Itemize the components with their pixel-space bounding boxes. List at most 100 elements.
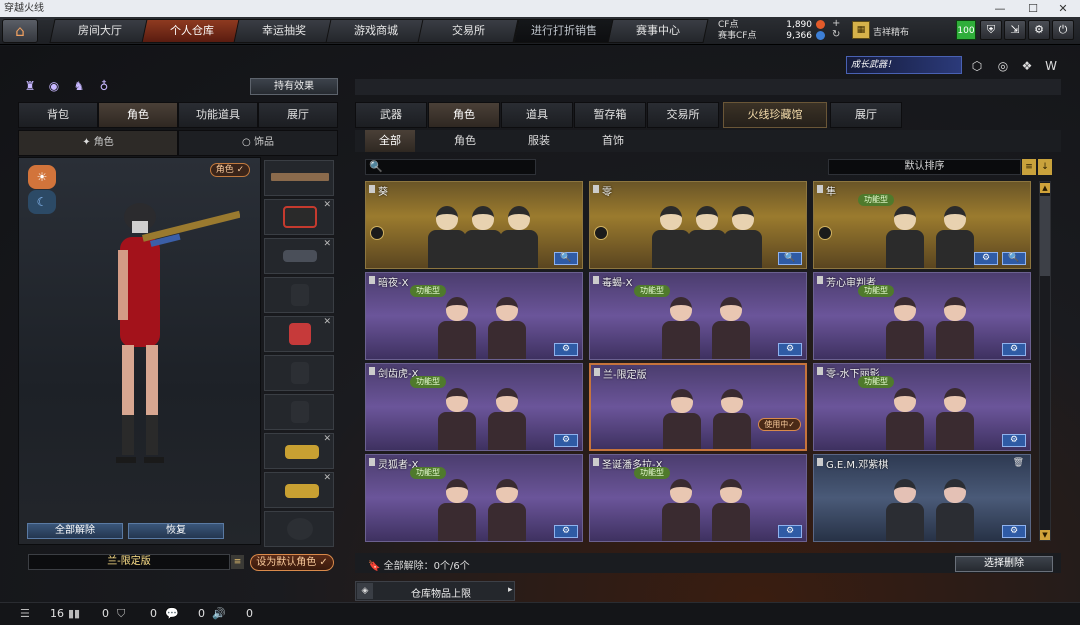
slot-bullet-2[interactable]: ✕ xyxy=(264,472,334,508)
fox-emblem-icon[interactable]: ☾ xyxy=(28,190,56,214)
expand-arrow-icon[interactable]: ▸ xyxy=(508,585,513,595)
nav-tab-sale[interactable]: 进行打折销售 xyxy=(513,19,615,43)
character-card[interactable]: G.E.M.邓紫棋 ⚙ 🗑 xyxy=(813,454,1031,542)
gear-icon[interactable]: ⚙ xyxy=(1028,20,1050,40)
nav-tab-lobby[interactable]: 房间大厅 xyxy=(49,19,151,43)
add-icon[interactable]: + xyxy=(832,18,840,29)
character-card[interactable]: 隼功能型 ⚙ 🔍 xyxy=(813,181,1031,269)
search-input[interactable]: 🔍 xyxy=(365,159,536,175)
settings-icon[interactable]: ⚙ xyxy=(1002,343,1026,356)
character-card[interactable]: 毒蝎-X 功能型 ⚙ xyxy=(589,272,807,360)
minimize-button[interactable]: — xyxy=(985,0,1015,17)
set-default-character-button[interactable]: 设为默认角色 ✓ xyxy=(250,554,334,571)
holding-effects-button[interactable]: 持有效果 xyxy=(250,78,338,95)
figure-icon[interactable]: ♞ xyxy=(71,78,87,94)
sort-dropdown[interactable]: 默认排序 xyxy=(828,159,1021,175)
filter-clothing[interactable]: 服装 xyxy=(514,130,564,152)
power-icon[interactable]: ⏻ xyxy=(1052,20,1074,40)
settings-icon[interactable]: ⚙ xyxy=(1002,525,1026,538)
remove-icon[interactable]: ✕ xyxy=(323,200,331,210)
character-card[interactable]: 零 🔍 xyxy=(589,181,807,269)
nav-tab-lottery[interactable]: 幸运抽奖 xyxy=(233,19,335,43)
tab-items[interactable]: 道具 xyxy=(501,102,573,128)
restore-button[interactable]: 恢复 xyxy=(128,523,224,539)
trash-icon[interactable]: 🗑 xyxy=(1013,458,1024,468)
character-card[interactable]: 零-水下丽影 功能型 ⚙ xyxy=(813,363,1031,451)
tiger-emblem-icon[interactable]: ☀ xyxy=(28,165,56,189)
tab-gallery[interactable]: 展厅 xyxy=(830,102,902,128)
ornament-icon[interactable]: ❖ xyxy=(1018,57,1036,75)
w-logo-icon[interactable]: W xyxy=(1042,57,1060,75)
magnify-icon[interactable]: 🔍 xyxy=(1002,252,1026,265)
slot-goggles[interactable]: ✕ xyxy=(264,238,334,274)
slot-empty[interactable] xyxy=(264,511,334,547)
remove-icon[interactable]: ✕ xyxy=(323,473,331,483)
exit-room-icon[interactable]: ⇲ xyxy=(1004,20,1026,40)
bag-icon[interactable]: ♁ xyxy=(96,78,112,94)
tab-function-items[interactable]: 功能道具 xyxy=(178,102,258,128)
tab-characters[interactable]: 角色 xyxy=(428,102,500,128)
slot-pants[interactable] xyxy=(264,394,334,430)
refresh-icon[interactable]: ↻ xyxy=(832,29,840,40)
nav-tab-warehouse[interactable]: 个人仓库 xyxy=(141,19,243,43)
filter-characters[interactable]: 角色 xyxy=(440,130,490,152)
speaker-icon[interactable]: 🔊 xyxy=(212,607,226,620)
slot-vest[interactable] xyxy=(264,277,334,313)
swirl-icon[interactable]: ◉ xyxy=(46,78,62,94)
slot-bullet[interactable]: ✕ xyxy=(264,433,334,469)
tab-collection[interactable]: 火线珍藏馆 xyxy=(723,102,827,128)
select-delete-button[interactable]: 选择删除 xyxy=(955,556,1053,572)
chat-icon[interactable]: 💬 xyxy=(165,607,179,620)
tab-trade[interactable]: 交易所 xyxy=(647,102,719,128)
grow-weapon-banner[interactable]: 成长武器！ xyxy=(846,56,962,74)
sort-arrow-icon[interactable]: ↓ xyxy=(1038,159,1052,175)
shield-icon[interactable]: ⛨ xyxy=(980,20,1002,40)
settings-icon[interactable]: ⚙ xyxy=(778,525,802,538)
scroll-down-icon[interactable]: ▼ xyxy=(1040,530,1050,540)
close-button[interactable]: ✕ xyxy=(1048,0,1078,17)
sort-list-icon[interactable]: ≡ xyxy=(1022,159,1036,175)
settings-icon[interactable]: ⚙ xyxy=(778,343,802,356)
settings-icon[interactable]: ⚙ xyxy=(554,434,578,447)
settings-icon[interactable]: ⚙ xyxy=(554,525,578,538)
nav-tab-shop[interactable]: 游戏商城 xyxy=(325,19,427,43)
character-card[interactable]: 圣诞潘多拉-X 功能型 ⚙ xyxy=(589,454,807,542)
tab-storage[interactable]: 暂存箱 xyxy=(574,102,646,128)
remove-icon[interactable]: ✕ xyxy=(323,434,331,444)
character-model[interactable] xyxy=(80,195,240,495)
menu-icon[interactable]: ☰ xyxy=(20,607,30,620)
remove-icon[interactable]: ✕ xyxy=(323,317,331,327)
filter-jewelry[interactable]: 首饰 xyxy=(588,130,638,152)
character-card[interactable]: 灵狐者-X 功能型 ⚙ xyxy=(365,454,583,542)
tab-weapons[interactable]: 武器 xyxy=(355,102,427,128)
character-card[interactable]: 芳心审判者 功能型 ⚙ xyxy=(813,272,1031,360)
slot-weapon[interactable] xyxy=(264,160,334,196)
scroll-up-icon[interactable]: ▲ xyxy=(1040,183,1050,193)
settings-icon[interactable]: ⚙ xyxy=(554,343,578,356)
tab-character[interactable]: 角色 xyxy=(98,102,178,128)
tab-backpack[interactable]: 背包 xyxy=(18,102,98,128)
scroll-thumb[interactable] xyxy=(1040,196,1050,276)
home-icon[interactable]: ⌂ xyxy=(2,19,38,43)
trophy-icon[interactable]: ♜ xyxy=(22,78,38,94)
character-card[interactable]: 兰-限定版 使用中✓ xyxy=(589,363,807,451)
filter-all[interactable]: 全部 xyxy=(365,130,415,152)
magnify-icon[interactable]: 🔍 xyxy=(554,252,578,265)
character-card[interactable]: 暗夜-X 功能型 ⚙ xyxy=(365,272,583,360)
hex-badge-icon[interactable]: ⬡ xyxy=(968,57,986,75)
maximize-button[interactable]: ☐ xyxy=(1018,0,1048,17)
nav-tab-exchange[interactable]: 交易所 xyxy=(417,19,519,43)
character-card[interactable]: 剑齿虎-X 功能型 ⚙ xyxy=(365,363,583,451)
target-icon[interactable]: ◎ xyxy=(994,57,1012,75)
settings-icon[interactable]: ⚙ xyxy=(974,252,998,265)
remove-icon[interactable]: ✕ xyxy=(323,239,331,249)
list-icon[interactable]: ≡ xyxy=(231,555,244,569)
nav-tab-events[interactable]: 赛事中心 xyxy=(607,19,709,43)
settings-icon[interactable]: ⚙ xyxy=(1002,434,1026,447)
subtab-accessory[interactable]: ○ 饰品 xyxy=(178,130,338,156)
slot-helmet[interactable]: ✕ xyxy=(264,199,334,235)
slot-bag[interactable]: ✕ xyxy=(264,316,334,352)
subtab-character[interactable]: ✦ 角色 xyxy=(18,130,178,156)
slot-armor[interactable] xyxy=(264,355,334,391)
unequip-all-button[interactable]: 全部解除 xyxy=(27,523,123,539)
